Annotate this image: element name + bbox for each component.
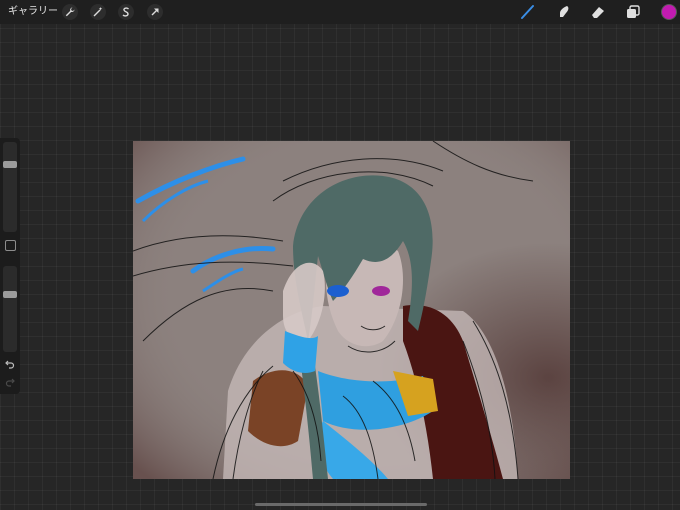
smudge-icon[interactable]: [556, 4, 572, 20]
undo-icon[interactable]: [4, 358, 16, 370]
eraser-icon[interactable]: [590, 4, 606, 20]
adjustments-wand-icon[interactable]: [90, 4, 106, 20]
color-swatch[interactable]: [661, 4, 677, 20]
home-indicator[interactable]: [255, 503, 427, 506]
artwork-sketch: [133, 141, 570, 479]
left-sidebar: [0, 138, 20, 394]
layers-icon[interactable]: [625, 4, 641, 20]
opacity-slider[interactable]: [3, 266, 17, 352]
redo-icon[interactable]: [4, 376, 16, 388]
top-toolbar: ギャラリー: [0, 0, 680, 24]
drawing-canvas[interactable]: [133, 141, 570, 479]
transform-arrow-icon[interactable]: [147, 4, 163, 20]
brush-size-thumb[interactable]: [3, 161, 17, 168]
brush-icon[interactable]: [520, 4, 536, 20]
brush-size-slider[interactable]: [3, 142, 17, 232]
modify-button[interactable]: [5, 240, 16, 251]
selection-s-icon[interactable]: [118, 4, 134, 20]
gallery-button[interactable]: ギャラリー: [8, 4, 58, 20]
actions-wrench-icon[interactable]: [62, 4, 78, 20]
opacity-thumb[interactable]: [3, 291, 17, 298]
